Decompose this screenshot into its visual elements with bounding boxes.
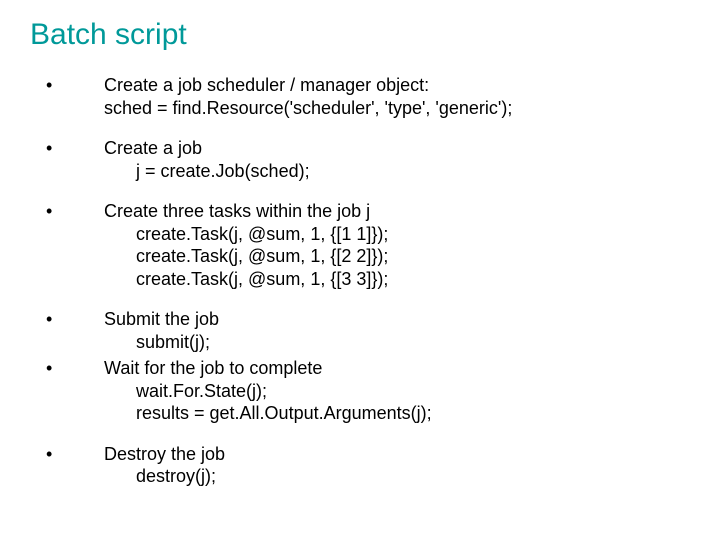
bullet-line: create.Task(j, @sum, 1, {[1 1]}); [104,223,692,246]
list-item: • Wait for the job to complete wait.For.… [40,357,692,425]
bullet-body: Wait for the job to complete wait.For.St… [104,357,692,425]
bullet-body: Create a job j = create.Job(sched); [104,137,692,182]
bullet-icon: • [40,443,104,466]
bullet-icon: • [40,200,104,223]
list-item: • Create a job j = create.Job(sched); [40,137,692,182]
bullet-line: j = create.Job(sched); [104,160,692,183]
bullet-line: create.Task(j, @sum, 1, {[3 3]}); [104,268,692,291]
bullet-lead: Destroy the job [104,443,692,466]
bullet-icon: • [40,137,104,160]
bullet-lead: Wait for the job to complete [104,357,692,380]
bullet-body: Destroy the job destroy(j); [104,443,692,488]
bullet-lead: Create three tasks within the job j [104,200,692,223]
slide: Batch script • Create a job scheduler / … [0,0,720,540]
bullet-icon: • [40,308,104,331]
bullet-line: sched = find.Resource('scheduler', 'type… [104,97,692,120]
bullet-line: create.Task(j, @sum, 1, {[2 2]}); [104,245,692,268]
slide-title: Batch script [30,18,692,52]
bullet-lead: Create a job scheduler / manager object: [104,74,692,97]
bullet-lead: Create a job [104,137,692,160]
bullet-body: Create three tasks within the job j crea… [104,200,692,290]
bullet-line: destroy(j); [104,465,692,488]
bullet-body: Submit the job submit(j); [104,308,692,353]
list-item: • Submit the job submit(j); [40,308,692,353]
list-item: • Destroy the job destroy(j); [40,443,692,488]
bullet-icon: • [40,74,104,97]
bullet-line: submit(j); [104,331,692,354]
bullet-body: Create a job scheduler / manager object:… [104,74,692,119]
bullet-line: results = get.All.Output.Arguments(j); [104,402,692,425]
list-item: • Create a job scheduler / manager objec… [40,74,692,119]
list-item: • Create three tasks within the job j cr… [40,200,692,290]
bullet-lead: Submit the job [104,308,692,331]
bullet-icon: • [40,357,104,380]
bullet-list: • Create a job scheduler / manager objec… [40,74,692,488]
bullet-line: wait.For.State(j); [104,380,692,403]
